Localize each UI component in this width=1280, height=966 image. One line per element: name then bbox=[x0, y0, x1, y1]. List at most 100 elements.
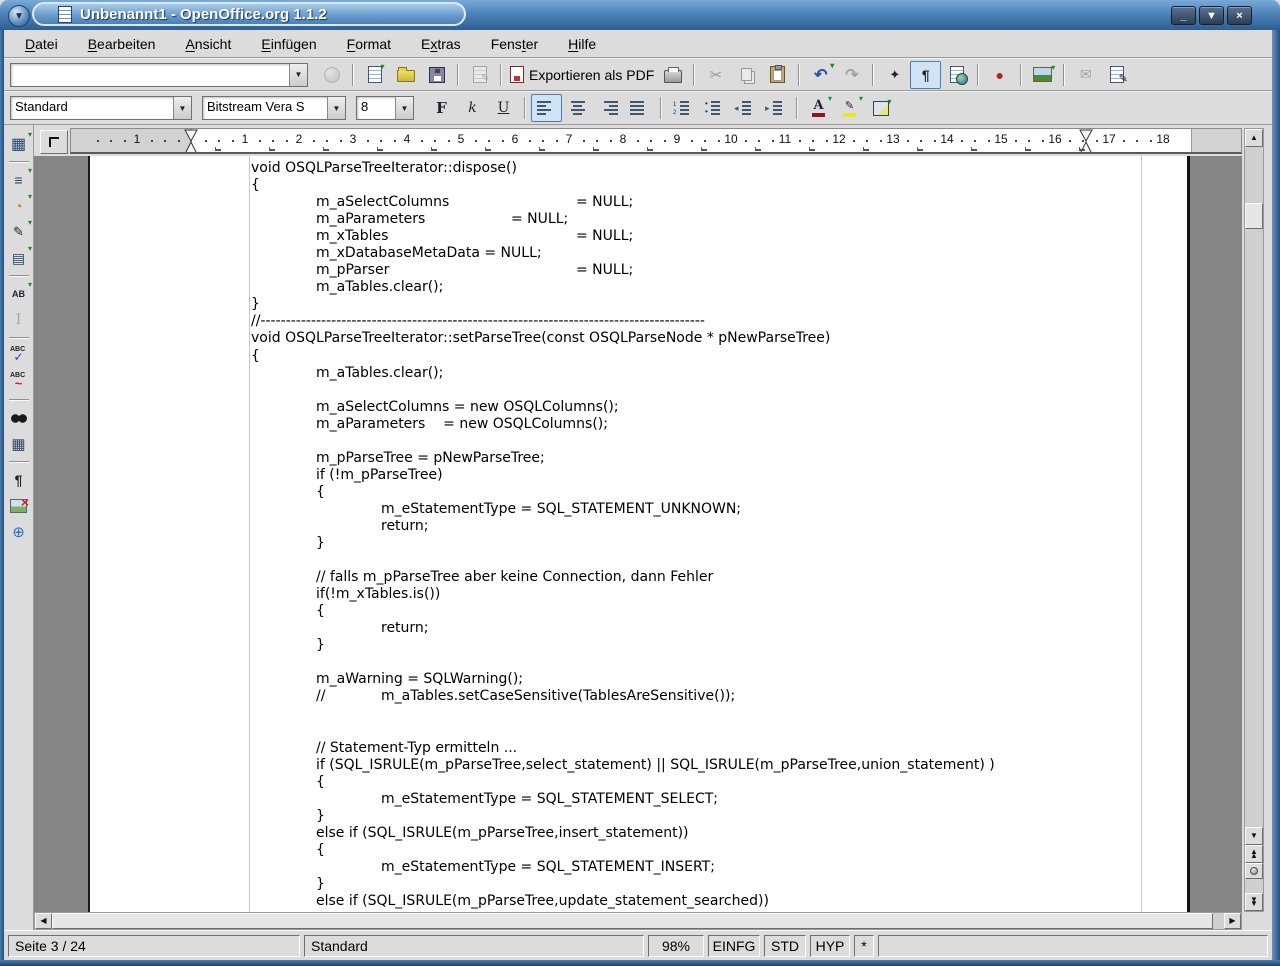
underline-button[interactable]: U bbox=[488, 94, 519, 122]
undo-button[interactable]: ↶ bbox=[805, 61, 836, 89]
insert-table-button[interactable]: ▦ bbox=[3, 131, 35, 157]
url-input[interactable] bbox=[11, 64, 289, 86]
mail-icon: ✉ bbox=[1076, 66, 1095, 84]
document-edit-button[interactable] bbox=[1101, 61, 1132, 89]
left-indent-marker[interactable] bbox=[184, 129, 198, 154]
cut-icon: ✂ bbox=[706, 66, 725, 84]
align-left-button[interactable] bbox=[531, 94, 562, 122]
chevron-down-icon[interactable]: ▼ bbox=[173, 97, 191, 119]
url-combo[interactable]: ▼ bbox=[10, 63, 308, 87]
vertical-scrollbar[interactable]: ▲ ▼ ▲▲ ▼▼ bbox=[1244, 128, 1264, 912]
draw-functions-button[interactable]: ✎ bbox=[3, 219, 35, 245]
gallery-button[interactable] bbox=[1027, 61, 1058, 89]
new-document-button[interactable] bbox=[359, 61, 390, 89]
mail-button[interactable]: ✉ bbox=[1070, 61, 1101, 89]
pdf-export-button[interactable]: Exportieren als PDF bbox=[507, 61, 657, 89]
maximize-button[interactable]: ▼ bbox=[1199, 6, 1224, 25]
stop-button[interactable] bbox=[316, 61, 347, 89]
spellcheck-button[interactable]: ✓ bbox=[3, 343, 35, 369]
system-menu-button[interactable]: ▼ bbox=[8, 5, 30, 27]
zoom-level[interactable]: 98% bbox=[648, 935, 704, 957]
auto-spellcheck-button[interactable]: ~ bbox=[3, 369, 35, 395]
paste-button[interactable] bbox=[762, 61, 793, 89]
highlighting-button[interactable]: ✎ bbox=[834, 94, 865, 122]
next-page-icon[interactable]: ▼▼ bbox=[1245, 893, 1263, 911]
background-color-button[interactable] bbox=[865, 94, 896, 122]
print-button[interactable] bbox=[657, 61, 688, 89]
font-color-button[interactable]: A bbox=[803, 94, 834, 122]
edit-file-button[interactable] bbox=[464, 61, 495, 89]
menu-format[interactable]: Format bbox=[332, 33, 406, 55]
align-right-button[interactable] bbox=[593, 94, 624, 122]
paragraph-style-combo[interactable]: Standard ▼ bbox=[10, 96, 192, 120]
scroll-down-icon[interactable]: ▼ bbox=[1245, 827, 1263, 845]
navigator-button[interactable]: ✦ bbox=[879, 61, 910, 89]
chevron-down-icon[interactable]: ▼ bbox=[289, 64, 307, 86]
object-toolbar: Standard ▼ Bitstream Vera S ▼ 8 ▼ FkU A✎ bbox=[4, 91, 1272, 125]
chevron-down-icon[interactable]: ▼ bbox=[395, 97, 413, 119]
menubar: DateiBearbeitenAnsichtEinfügenFormatExtr… bbox=[4, 30, 1272, 58]
vertical-scrollbar-thumb[interactable] bbox=[1245, 203, 1263, 229]
form-functions-button[interactable]: ▤ bbox=[3, 245, 35, 271]
document-text[interactable]: void OSQLParseTreeIterator::dispose() { … bbox=[251, 160, 995, 910]
menu-bearbeiten[interactable]: Bearbeiten bbox=[73, 33, 171, 55]
direct-cursor-button[interactable]: I bbox=[3, 307, 35, 333]
menu-fenster[interactable]: Fenster bbox=[476, 33, 553, 55]
bold-button[interactable]: F bbox=[426, 94, 457, 122]
cut-button[interactable]: ✂ bbox=[700, 61, 731, 89]
nonprinting-characters-button[interactable]: ¶ bbox=[3, 467, 35, 493]
selection-mode[interactable]: STD bbox=[764, 935, 806, 957]
bullet-list-button[interactable] bbox=[698, 94, 729, 122]
horizontal-scrollbar-thumb[interactable] bbox=[52, 913, 1213, 929]
align-justify-button[interactable] bbox=[624, 94, 655, 122]
menu-extras[interactable]: Extras bbox=[406, 33, 476, 55]
redo-button[interactable]: ↷ bbox=[836, 61, 867, 89]
menu-datei[interactable]: Datei bbox=[10, 33, 73, 55]
scroll-left-icon[interactable]: ◀ bbox=[35, 913, 52, 929]
data-sources-button[interactable]: ▦ bbox=[3, 431, 35, 457]
horizontal-ruler[interactable]: 1234567891011121314151617181 bbox=[70, 128, 1242, 154]
ruler-tick bbox=[583, 140, 585, 142]
scroll-right-icon[interactable]: ▶ bbox=[1224, 913, 1241, 929]
graphics-onoff-button[interactable] bbox=[3, 493, 35, 519]
page-style[interactable]: Standard bbox=[304, 935, 644, 957]
horizontal-scrollbar[interactable]: ◀ ▶ bbox=[34, 912, 1242, 930]
font-size-combo[interactable]: 8 ▼ bbox=[356, 96, 414, 120]
menu-hilfe[interactable]: Hilfe bbox=[553, 33, 611, 55]
menu-ansicht[interactable]: Ansicht bbox=[170, 33, 246, 55]
decrease-indent-button[interactable] bbox=[729, 94, 760, 122]
font-name-combo[interactable]: Bitstream Vera S ▼ bbox=[202, 96, 346, 120]
insert-mode[interactable]: EINFG bbox=[708, 935, 760, 957]
document-page[interactable]: void OSQLParseTreeIterator::dispose() { … bbox=[88, 156, 1190, 912]
tab-type-selector[interactable] bbox=[40, 130, 68, 154]
modified-flag[interactable]: * bbox=[854, 935, 874, 957]
menu-einfgen[interactable]: Einfügen bbox=[246, 33, 331, 55]
italic-button[interactable]: k bbox=[457, 94, 488, 122]
minimize-button[interactable]: _ bbox=[1171, 6, 1196, 25]
stylist-button[interactable]: ¶ bbox=[910, 61, 941, 89]
navigation-selector-button[interactable] bbox=[1245, 863, 1263, 879]
ruler-number: 18 bbox=[1156, 132, 1169, 146]
record-macro-button[interactable]: ● bbox=[984, 61, 1015, 89]
increase-indent-button[interactable] bbox=[760, 94, 791, 122]
insert-object-button[interactable]: ◔ bbox=[3, 193, 35, 219]
align-center-button[interactable] bbox=[562, 94, 593, 122]
save-button[interactable] bbox=[421, 61, 452, 89]
numbered-list-button[interactable] bbox=[667, 94, 698, 122]
page-indicator[interactable]: Seite 3 / 24 bbox=[8, 935, 300, 957]
open-button[interactable] bbox=[390, 61, 421, 89]
toolbar-separator bbox=[352, 64, 354, 86]
previous-page-icon[interactable]: ▲▲ bbox=[1245, 845, 1263, 863]
scroll-up-icon[interactable]: ▲ bbox=[1245, 129, 1263, 147]
copy-button[interactable] bbox=[731, 61, 762, 89]
autotext-button[interactable] bbox=[3, 281, 35, 307]
chevron-down-icon[interactable]: ▼ bbox=[327, 97, 345, 119]
online-layout-button[interactable]: ⊕ bbox=[3, 519, 35, 545]
close-button[interactable]: × bbox=[1227, 6, 1252, 25]
insert-button[interactable]: ≡ bbox=[3, 167, 35, 193]
default-tab-mark bbox=[755, 147, 761, 151]
find-replace-button[interactable] bbox=[3, 405, 35, 431]
toolbar-separator bbox=[1063, 64, 1065, 86]
hyperlink-mode[interactable]: HYP bbox=[810, 935, 850, 957]
hyperlink-dialog-button[interactable] bbox=[941, 61, 972, 89]
